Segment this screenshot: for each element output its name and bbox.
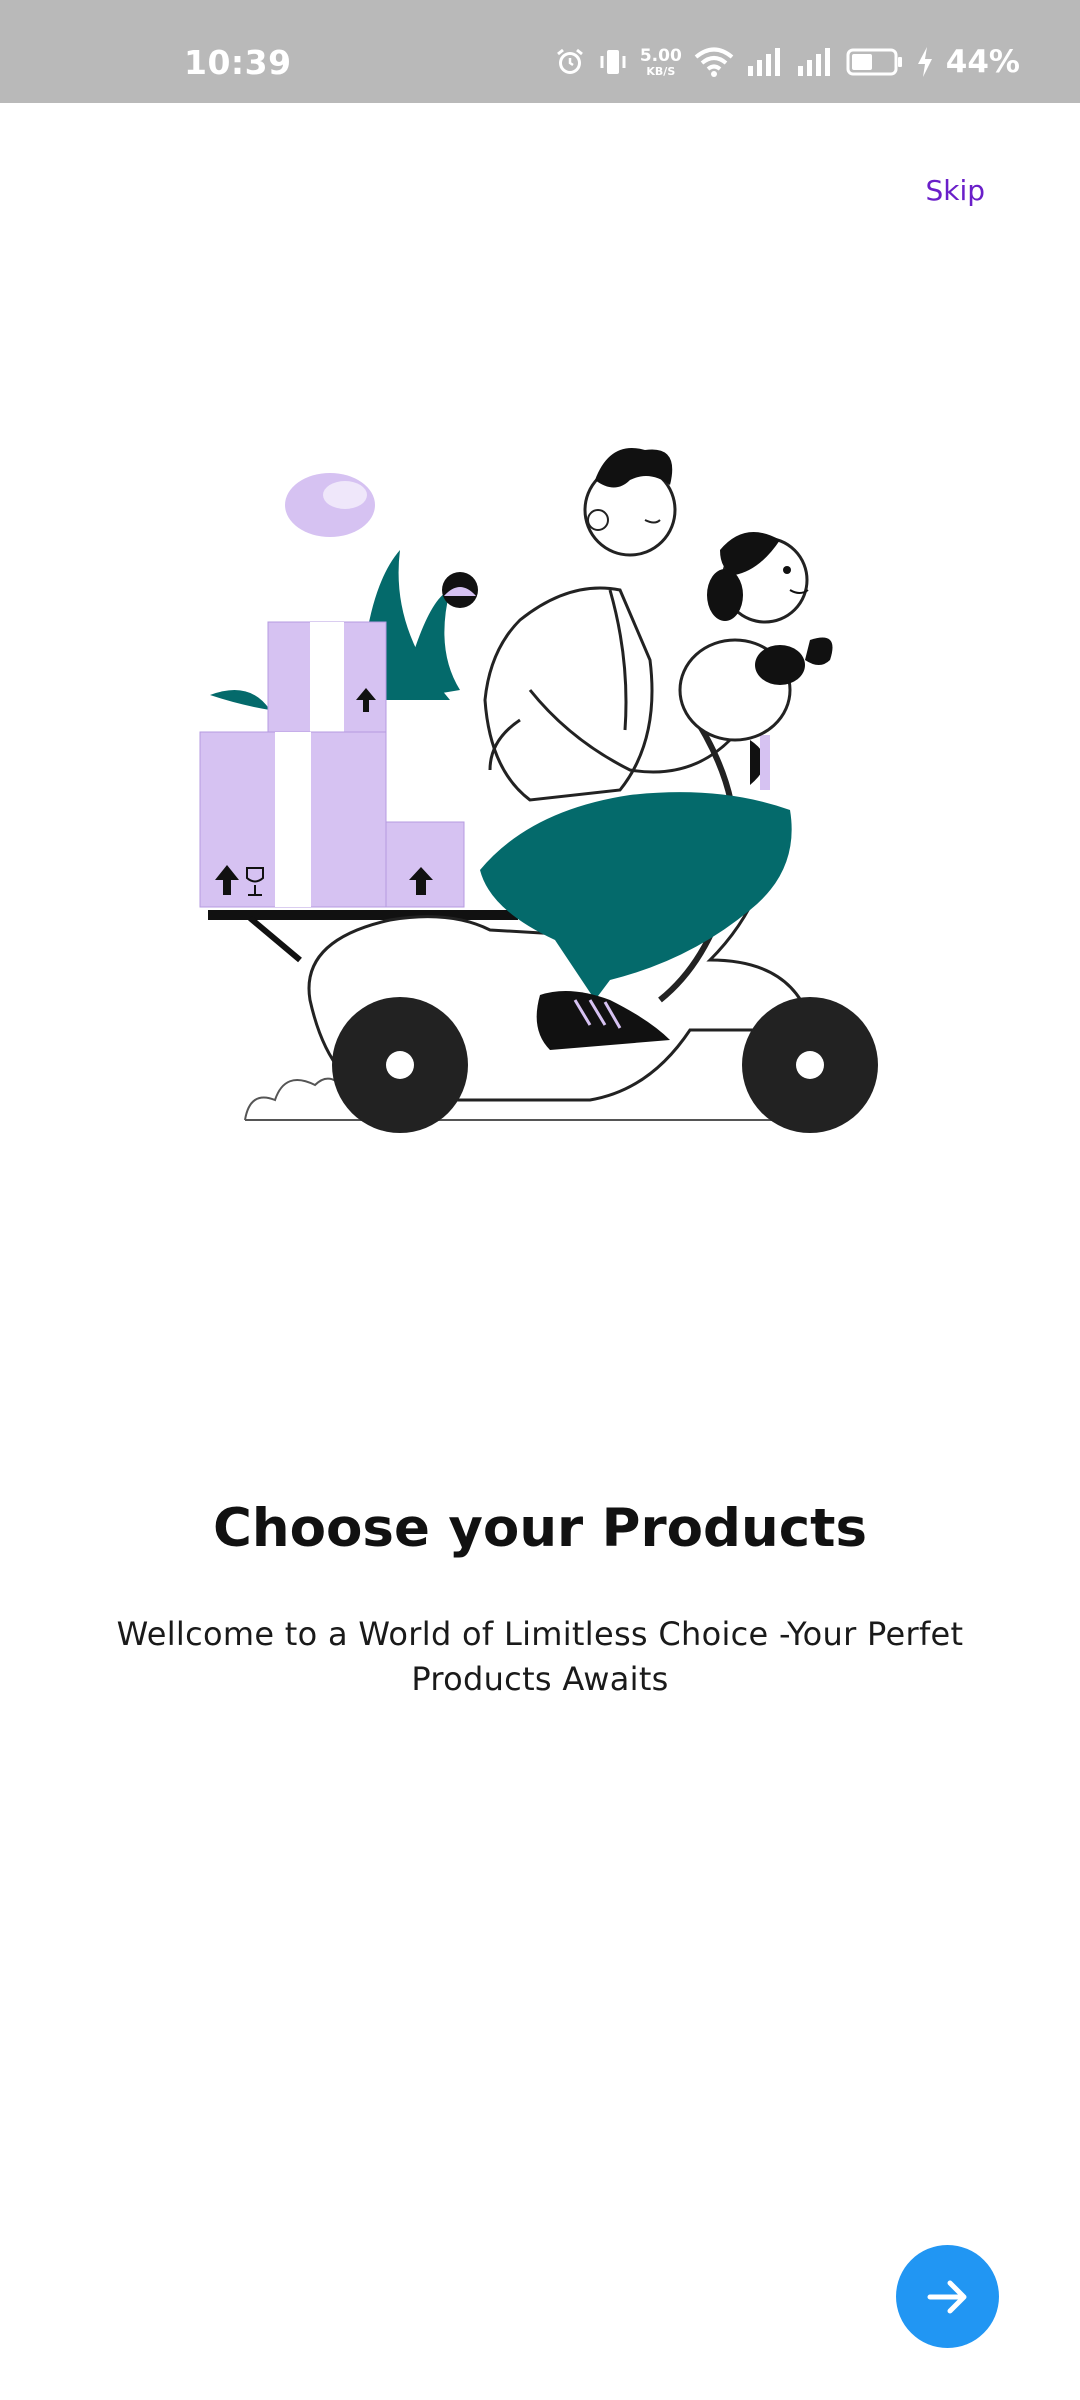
- battery-icon: [846, 48, 902, 76]
- onboarding-title: Choose your Products: [212, 1498, 868, 1559]
- status-time: 10:39: [184, 43, 292, 82]
- status-bar: 10:39 5.00 KB/S 44%: [0, 0, 1080, 103]
- net-speed-indicator: 5.00 KB/S: [639, 45, 682, 78]
- alarm-icon: [556, 48, 583, 74]
- vibrate-icon: [600, 50, 626, 74]
- onboarding-subtitle: Wellcome to a World of Limitless Choice …: [116, 1615, 964, 1698]
- net-speed-value: 5.00: [639, 45, 682, 66]
- arrow-right-icon: [927, 2280, 966, 2313]
- battery-percent: 44%: [945, 44, 1020, 80]
- wifi-icon: [694, 47, 734, 77]
- next-button[interactable]: [896, 2245, 999, 2348]
- signal-icon: [747, 48, 780, 76]
- signal-icon-secondary: [797, 48, 830, 76]
- status-icons: 5.00 KB/S 44%: [554, 42, 1020, 82]
- skip-button[interactable]: Skip: [925, 174, 985, 207]
- delivery-scooter-illustration: [199, 448, 878, 1133]
- net-speed-unit: KB/S: [646, 64, 676, 78]
- charging-icon: [917, 47, 932, 77]
